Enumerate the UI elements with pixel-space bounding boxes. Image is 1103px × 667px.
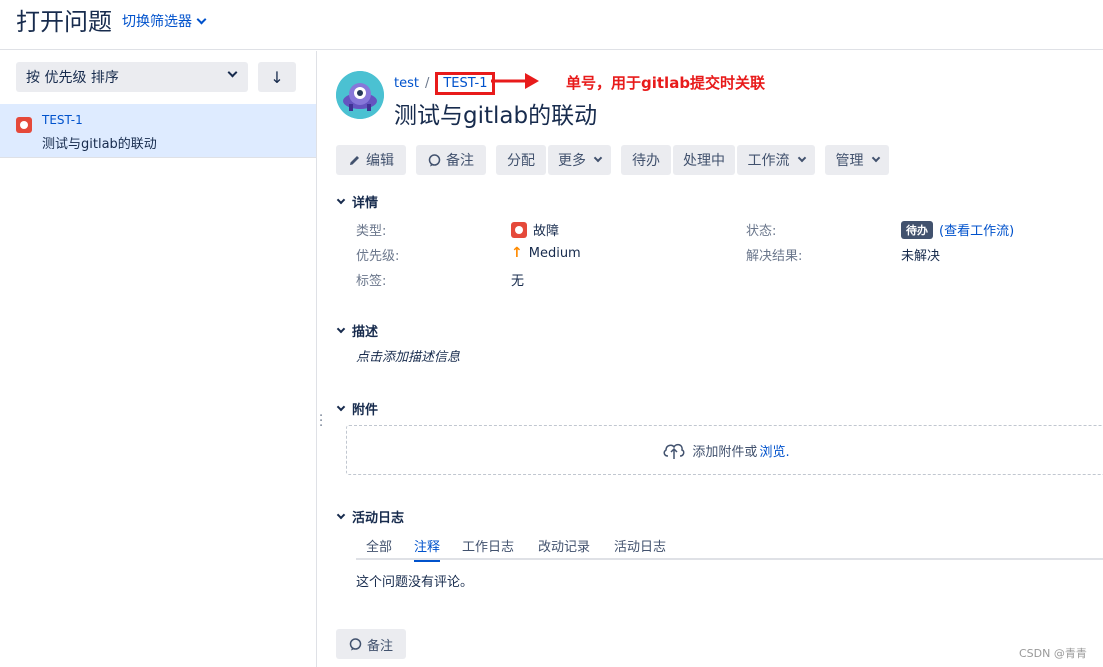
edit-button[interactable]: 编辑 xyxy=(336,145,406,175)
bug-icon xyxy=(16,117,32,133)
arrow-down-icon: ↓ xyxy=(270,67,284,87)
in-progress-button[interactable]: 处理中 xyxy=(673,145,735,175)
cloud-upload-icon xyxy=(663,443,685,459)
pencil-icon xyxy=(350,155,359,165)
chevron-down-icon xyxy=(196,14,207,24)
issue-key-link[interactable]: TEST-1 xyxy=(435,72,496,95)
page-title: 打开问题 xyxy=(16,8,112,36)
comment-button-label: 备注 xyxy=(446,153,474,169)
comment-icon xyxy=(428,153,441,166)
tab-worklog[interactable]: 工作日志 xyxy=(462,536,514,560)
comment-icon xyxy=(349,637,362,650)
details-heading: 详情 xyxy=(352,196,379,211)
chevron-down-icon xyxy=(871,153,880,163)
switch-filter-label: 切换筛选器 xyxy=(122,14,192,30)
comment-button[interactable]: 备注 xyxy=(416,145,486,175)
sort-select-label: 按 优先级 排序 xyxy=(26,70,119,86)
status-value: 待办 (查看工作流) xyxy=(901,220,1014,239)
attachment-dropzone[interactable]: 添加附件或 浏览. xyxy=(346,425,1103,475)
bug-icon xyxy=(511,221,527,238)
issue-list-item-summary: 测试与gitlab的联动 xyxy=(42,137,157,152)
chevron-down-icon xyxy=(336,195,346,204)
add-comment-button[interactable]: 备注 xyxy=(336,629,406,659)
tab-history[interactable]: 改动记录 xyxy=(538,536,590,560)
no-comments-text: 这个问题没有评论。 xyxy=(356,575,474,590)
description-section-toggle[interactable]: 描述 xyxy=(336,321,379,340)
issue-list-item[interactable]: TEST-1 测试与gitlab的联动 xyxy=(0,104,316,158)
chevron-down-icon xyxy=(593,153,603,163)
description-heading: 描述 xyxy=(352,325,379,340)
type-label: 类型: xyxy=(356,224,387,239)
admin-button-label: 管理 xyxy=(835,153,864,169)
attachments-section-toggle[interactable]: 附件 xyxy=(336,399,379,418)
chevron-down-icon xyxy=(336,402,346,411)
chevron-down-icon xyxy=(336,324,346,333)
admin-button[interactable]: 管理 xyxy=(825,145,889,175)
status-lozenge: 待办 xyxy=(901,220,933,239)
in-progress-button-label: 处理中 xyxy=(683,153,725,169)
issue-list-item-key: TEST-1 xyxy=(42,113,83,127)
labels-label: 标签: xyxy=(356,274,387,289)
activity-section-toggle[interactable]: 活动日志 xyxy=(336,507,405,526)
activity-tabs: 全部 注释 工作日志 改动记录 活动日志 xyxy=(356,534,1103,562)
activity-heading: 活动日志 xyxy=(352,511,405,526)
breadcrumb-project-link[interactable]: test xyxy=(394,76,419,91)
resolution-label: 解决结果: xyxy=(746,249,803,264)
priority-label: 优先级: xyxy=(356,249,400,264)
more-button-label: 更多 xyxy=(558,153,586,169)
watermark: CSDN @青青 xyxy=(1019,647,1087,660)
details-section-toggle[interactable]: 详情 xyxy=(336,192,379,211)
todo-button-label: 待办 xyxy=(632,153,660,169)
priority-up-arrow-icon: ↑ xyxy=(511,245,523,261)
sort-select[interactable]: 按 优先级 排序 xyxy=(16,62,248,92)
attachments-heading: 附件 xyxy=(352,403,379,418)
view-workflow-link[interactable]: (查看工作流) xyxy=(939,220,1014,239)
description-placeholder[interactable]: 点击添加描述信息 xyxy=(356,346,460,365)
chevron-down-icon xyxy=(227,67,238,78)
annotation-arrow xyxy=(491,73,539,89)
todo-button[interactable]: 待办 xyxy=(621,145,671,175)
resolution-value: 未解决 xyxy=(901,249,941,264)
annotation-text: 单号，用于gitlab提交时关联 xyxy=(566,74,766,92)
labels-value: 无 xyxy=(511,274,525,289)
chevron-down-icon xyxy=(336,510,346,519)
type-value: 故障 xyxy=(511,220,559,239)
tab-activity[interactable]: 活动日志 xyxy=(614,536,666,560)
add-comment-button-label: 备注 xyxy=(366,638,393,654)
breadcrumb-separator: / xyxy=(424,76,430,91)
project-avatar-icon xyxy=(336,71,384,119)
page-header: 打开问题 切换筛选器 xyxy=(0,0,1103,50)
assign-button-label: 分配 xyxy=(507,153,535,169)
issue-list-sidebar: 按 优先级 排序 ↓ TEST-1 测试与gitlab的联动 xyxy=(0,51,317,667)
issue-title[interactable]: 测试与gitlab的联动 xyxy=(394,96,597,130)
more-button[interactable]: 更多 xyxy=(548,145,611,175)
tab-comments[interactable]: 注释 xyxy=(414,536,441,562)
chevron-down-icon xyxy=(797,153,806,163)
status-label: 状态: xyxy=(746,224,777,239)
workflow-button[interactable]: 工作流 xyxy=(737,145,815,175)
type-value-text: 故障 xyxy=(533,224,560,239)
priority-value: ↑ Medium xyxy=(511,245,581,261)
attachment-drop-text: 添加附件或 xyxy=(692,444,758,460)
sort-direction-button[interactable]: ↓ xyxy=(258,62,296,92)
switch-filter-link[interactable]: 切换筛选器 xyxy=(122,11,207,31)
panel-resize-handle[interactable]: · · · xyxy=(319,410,323,433)
tab-all[interactable]: 全部 xyxy=(366,536,392,560)
assign-button[interactable]: 分配 xyxy=(496,145,546,175)
browse-link[interactable]: 浏览. xyxy=(759,441,789,460)
project-avatar xyxy=(336,71,384,119)
priority-value-text: Medium xyxy=(528,245,581,261)
workflow-button-label: 工作流 xyxy=(747,153,790,169)
edit-button-label: 编辑 xyxy=(366,153,394,169)
breadcrumb: test / TEST-1 xyxy=(394,72,496,95)
